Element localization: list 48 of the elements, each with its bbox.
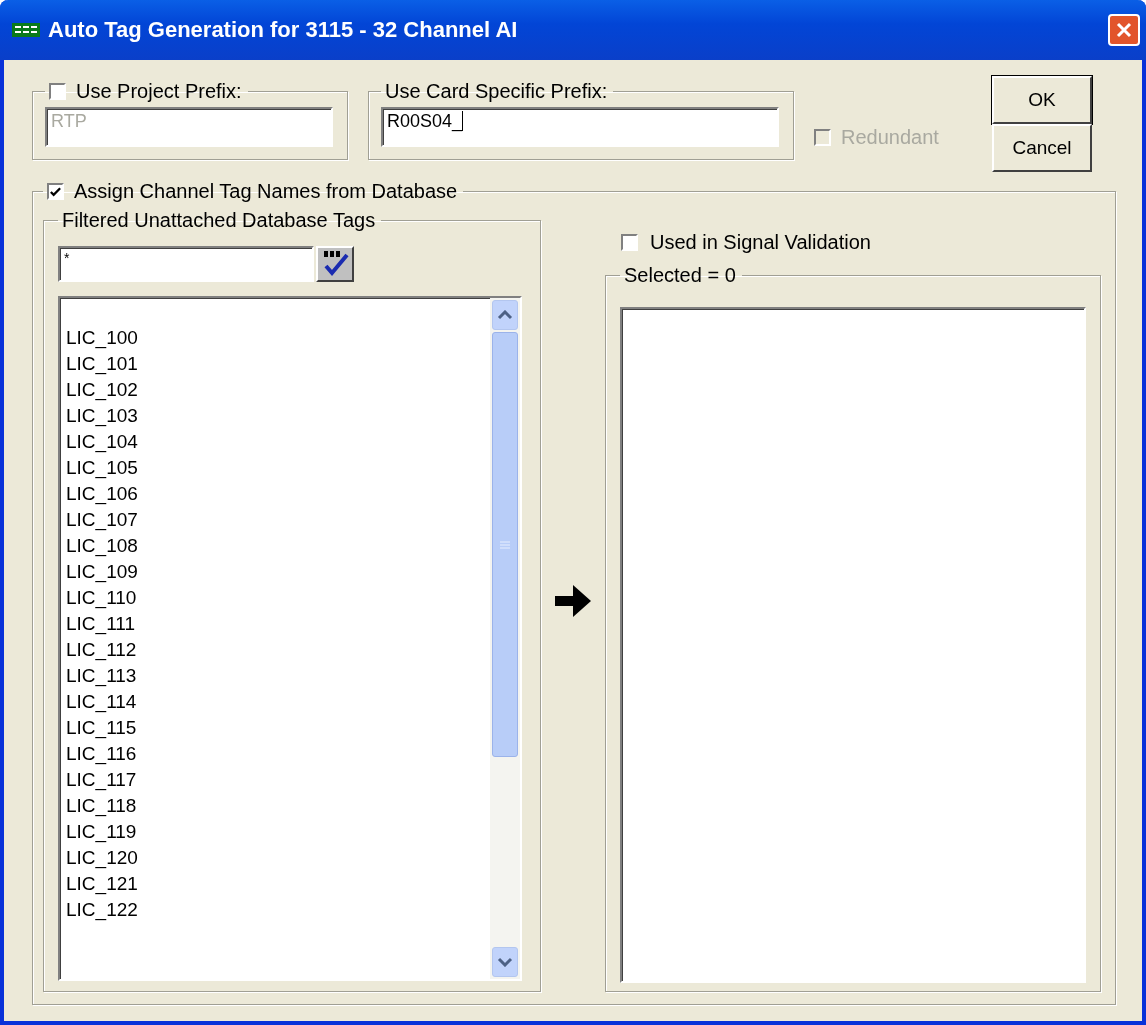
list-item[interactable]: LIC_109 <box>66 559 490 585</box>
list-item[interactable]: LIC_122 <box>66 897 490 923</box>
card-prefix-field[interactable]: R00S04_ <box>381 107 779 147</box>
checkbox[interactable] <box>621 234 638 251</box>
list-item[interactable]: LIC_121 <box>66 871 490 897</box>
group-label: Selected = 0 <box>624 264 736 286</box>
list-item[interactable]: LIC_107 <box>66 507 490 533</box>
checkbox-label: Redundant <box>841 126 939 149</box>
list-item[interactable]: LIC_114 <box>66 689 490 715</box>
scroll-down-button[interactable] <box>492 947 518 977</box>
list-item[interactable]: LIC_110 <box>66 585 490 611</box>
checkbox-label: Assign Channel Tag Names from Database <box>74 180 458 203</box>
list-item[interactable]: LIC_118 <box>66 793 490 819</box>
cancel-button[interactable]: Cancel <box>992 124 1092 172</box>
checkbox-label: Used in Signal Validation <box>650 231 871 254</box>
close-button[interactable] <box>1108 14 1140 46</box>
list-item[interactable]: LIC_117 <box>66 767 490 793</box>
checkbox[interactable] <box>47 183 64 200</box>
close-icon <box>1115 21 1133 39</box>
ok-button[interactable]: OK <box>992 76 1092 124</box>
list-item[interactable]: LIC_104 <box>66 429 490 455</box>
list-item[interactable]: LIC_106 <box>66 481 490 507</box>
checkbox-label: Use Project Prefix: <box>76 80 242 103</box>
list-item[interactable]: LIC_101 <box>66 351 490 377</box>
list-item[interactable]: LIC_120 <box>66 845 490 871</box>
filter-field[interactable]: * <box>58 246 314 282</box>
scrollbar[interactable] <box>490 298 520 979</box>
scroll-up-button[interactable] <box>492 300 518 330</box>
list-item[interactable]: LIC_103 <box>66 403 490 429</box>
list-item[interactable]: LIC_100 <box>66 325 490 351</box>
caret-up-icon <box>497 310 513 320</box>
list-item[interactable]: LIC_119 <box>66 819 490 845</box>
window-title: Auto Tag Generation for 3115 - 32 Channel AI <box>48 17 519 43</box>
right-arrow-icon <box>555 584 591 617</box>
app-icon <box>12 23 40 37</box>
list-item[interactable]: LIC_116 <box>66 741 490 767</box>
scroll-thumb[interactable] <box>492 332 518 757</box>
spellcheck-button[interactable] <box>316 246 354 282</box>
list-item[interactable]: LIC_102 <box>66 377 490 403</box>
group-label: Filtered Unattached Database Tags <box>62 209 376 231</box>
list-item[interactable]: LIC_115 <box>66 715 490 741</box>
list-item[interactable]: LIC_108 <box>66 533 490 559</box>
list-item[interactable]: LIC_105 <box>66 455 490 481</box>
list-item[interactable]: LIC_112 <box>66 637 490 663</box>
caret-down-icon <box>497 957 513 967</box>
list-item[interactable]: LIC_113 <box>66 663 490 689</box>
group-label: Use Card Specific Prefix: <box>385 80 608 102</box>
list-item[interactable]: LIC_111 <box>66 611 490 637</box>
